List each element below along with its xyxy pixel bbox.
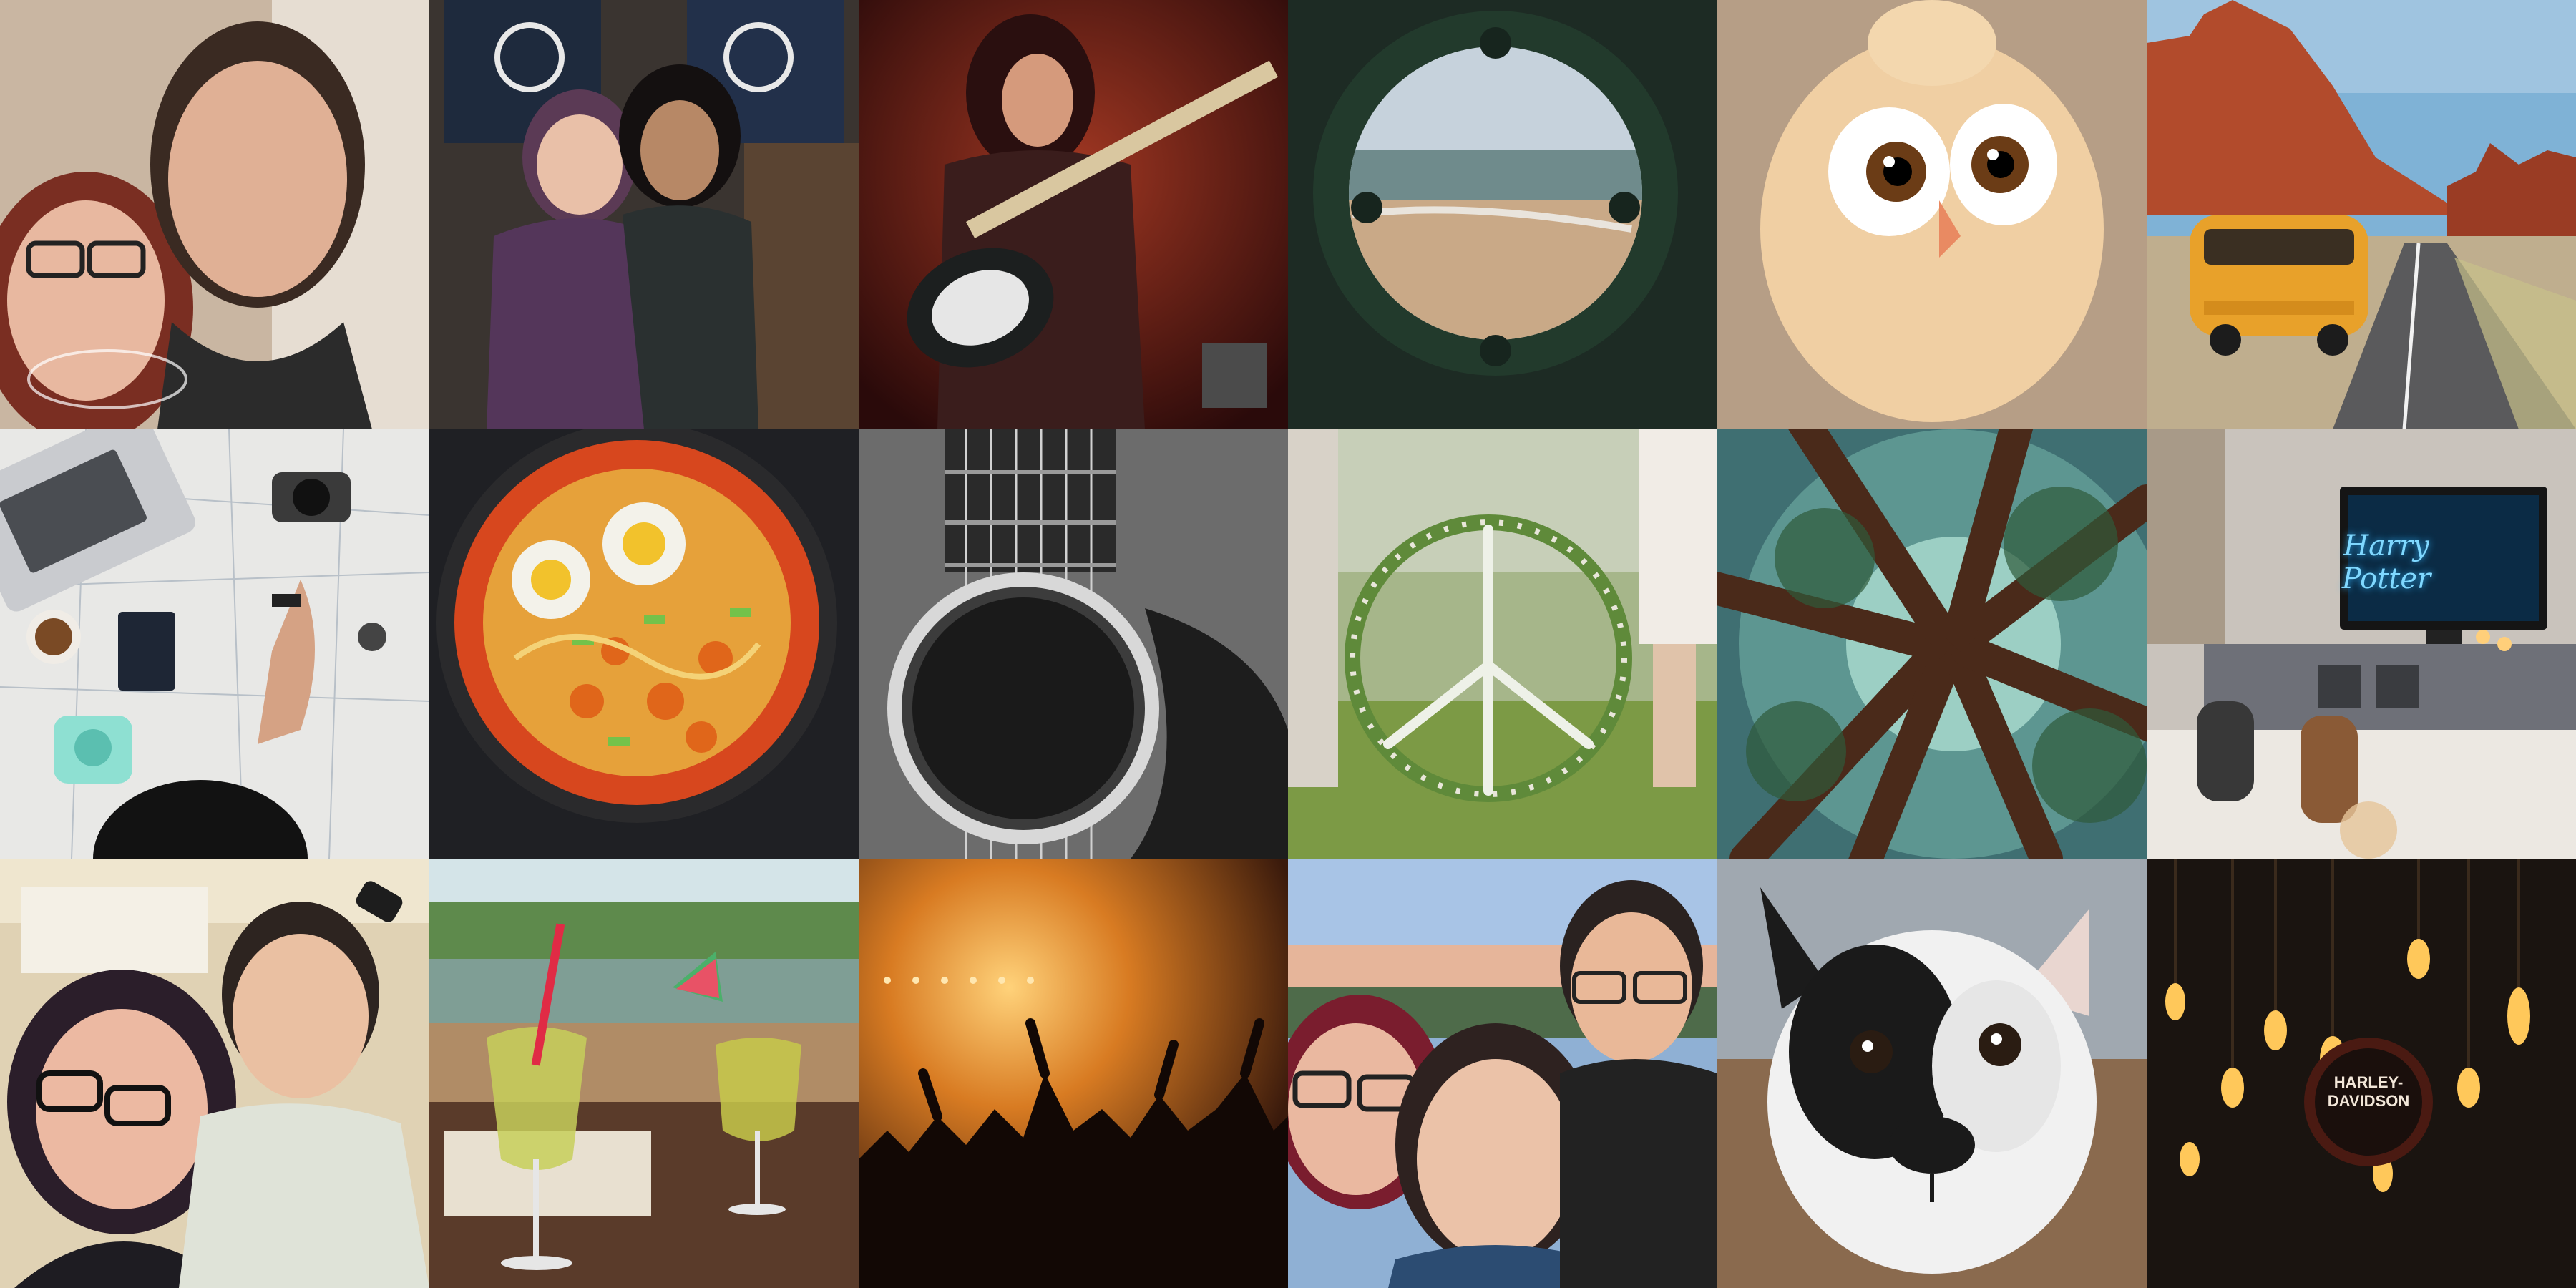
photo-couple-selfie-indoors xyxy=(0,859,429,1288)
photo-collage: Harry Potter HARLEY-DAVIDSON xyxy=(0,0,2576,1288)
photo-travel-flatlay-map xyxy=(0,429,429,859)
photo-sea-through-porthole xyxy=(1288,0,1717,429)
photo-fans-with-musician xyxy=(429,0,859,429)
photo-acoustic-guitar-closeup xyxy=(859,429,1288,859)
photo-yellow-van-desert-road xyxy=(2147,0,2576,429)
photo-fluffy-chick xyxy=(1717,0,2147,429)
photo-couple-selfie xyxy=(0,0,429,429)
photo-edison-bulbs: HARLEY-DAVIDSON xyxy=(2147,859,2576,1288)
photo-flower-peace-wreath xyxy=(1288,429,1717,859)
photo-cozy-tv-evening: Harry Potter xyxy=(2147,429,2576,859)
photo-noodle-soup-bowl xyxy=(429,429,859,859)
photo-redwood-canopy xyxy=(1717,429,2147,859)
photo-guitarist-on-stage xyxy=(859,0,1288,429)
photo-concert-crowd xyxy=(859,859,1288,1288)
tv-screen-text: Harry Potter xyxy=(2341,530,2431,595)
photo-french-bulldog-puppy xyxy=(1717,859,2147,1288)
harley-davidson-sign: HARLEY-DAVIDSON xyxy=(2327,1073,2410,1110)
photo-cocktails-on-terrace xyxy=(429,859,859,1288)
photo-group-selfie-sunset xyxy=(1288,859,1717,1288)
